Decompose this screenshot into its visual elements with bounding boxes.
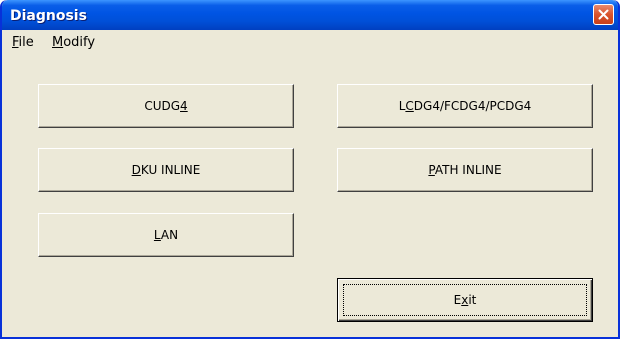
lcdg4-fcdg4-pcdg4-button[interactable]: LCDG4/FCDG4/PCDG4	[337, 84, 593, 128]
lan-button[interactable]: LAN	[38, 213, 294, 257]
lcdg4-button-label: LCDG4/FCDG4/PCDG4	[398, 99, 532, 113]
diagnosis-window: Diagnosis File Modify CUDG4 LCDG4/FCDG4/…	[0, 0, 620, 339]
menu-file[interactable]: File	[12, 35, 34, 50]
lan-button-label: LAN	[153, 228, 179, 242]
window-title: Diagnosis	[10, 8, 87, 24]
path-inline-button[interactable]: PATH INLINE	[337, 148, 593, 192]
cudg4-button[interactable]: CUDG4	[38, 84, 294, 128]
menu-bar: File Modify	[2, 30, 618, 54]
close-button[interactable]	[593, 4, 614, 25]
dku-inline-button[interactable]: DKU INLINE	[38, 148, 294, 192]
dku-inline-button-label: DKU INLINE	[131, 163, 201, 177]
path-inline-button-label: PATH INLINE	[428, 163, 502, 177]
exit-button[interactable]: Exit	[337, 278, 593, 322]
focus-rectangle	[343, 284, 587, 316]
cudg4-button-label: CUDG4	[144, 99, 188, 113]
title-bar[interactable]: Diagnosis	[2, 0, 618, 30]
close-icon	[598, 9, 609, 20]
menu-modify[interactable]: Modify	[52, 35, 95, 50]
